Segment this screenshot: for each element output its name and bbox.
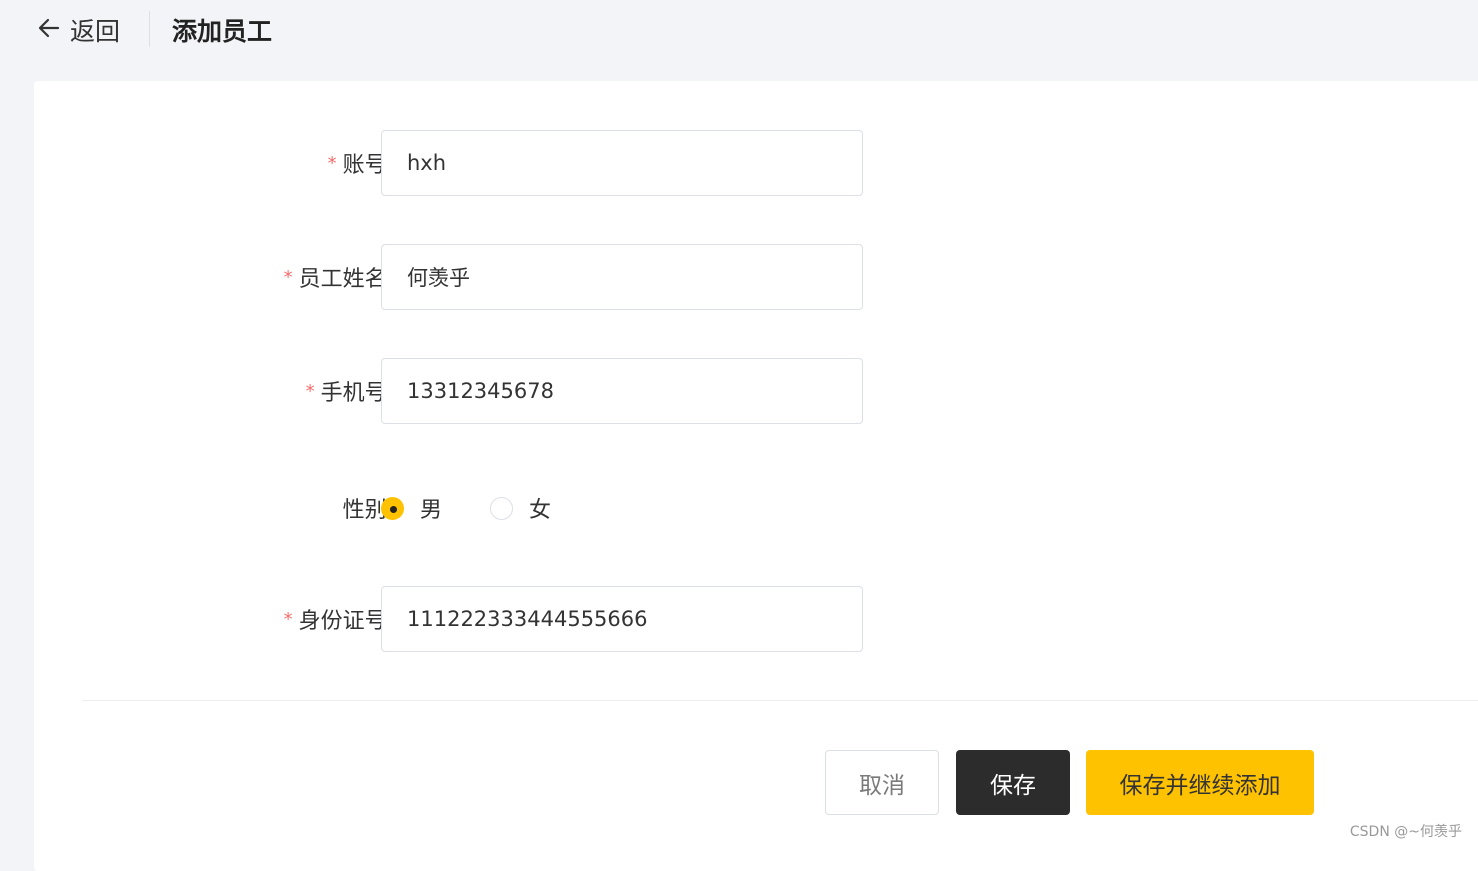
account-input[interactable]: hxh <box>381 130 863 196</box>
phone-row: * 手机号: 13312345678 <box>34 358 1034 424</box>
id-number-label-text: 身份证号: <box>299 603 394 635</box>
required-mark: * <box>284 609 293 630</box>
cancel-button[interactable]: 取消 <box>825 750 939 815</box>
id-number-input[interactable]: 111222333444555666 <box>381 586 863 652</box>
save-and-add-button[interactable]: 保存并继续添加 <box>1086 750 1314 815</box>
header-divider <box>149 11 150 47</box>
name-label: * 员工姓名: <box>284 244 394 310</box>
gender-radio-female[interactable]: 女 <box>490 492 551 524</box>
gender-radio-group: 男 女 <box>381 475 599 541</box>
required-mark: * <box>306 381 315 402</box>
name-label-text: 员工姓名: <box>299 261 394 293</box>
account-row: * 账号: hxh <box>34 130 1034 196</box>
form-divider <box>82 700 1478 701</box>
radio-unchecked-icon[interactable] <box>490 497 513 520</box>
arrow-left-icon <box>36 15 62 45</box>
radio-checked-icon[interactable] <box>381 497 404 520</box>
gender-option-female[interactable]: 女 <box>529 492 551 524</box>
top-bar: 返回 添加员工 <box>0 0 1478 60</box>
id-number-label: * 身份证号: <box>284 586 394 652</box>
name-row: * 员工姓名: 何羡乎 <box>34 244 1034 310</box>
name-input[interactable]: 何羡乎 <box>381 244 863 310</box>
save-button[interactable]: 保存 <box>956 750 1070 815</box>
required-mark: * <box>328 153 337 174</box>
phone-input[interactable]: 13312345678 <box>381 358 863 424</box>
watermark: CSDN @~何羡乎 <box>1350 821 1462 841</box>
back-label: 返回 <box>70 12 120 48</box>
form-card: * 账号: hxh * 员工姓名: 何羡乎 * 手机号: 13312345678… <box>34 81 1478 871</box>
id-number-row: * 身份证号: 111222333444555666 <box>34 586 1034 652</box>
page-title: 添加员工 <box>172 12 272 48</box>
required-mark: * <box>284 267 293 288</box>
back-button[interactable]: 返回 <box>36 12 120 48</box>
gender-radio-male[interactable]: 男 <box>381 492 442 524</box>
gender-option-male[interactable]: 男 <box>420 492 442 524</box>
gender-row: 性别: 男 女 <box>34 475 1034 541</box>
